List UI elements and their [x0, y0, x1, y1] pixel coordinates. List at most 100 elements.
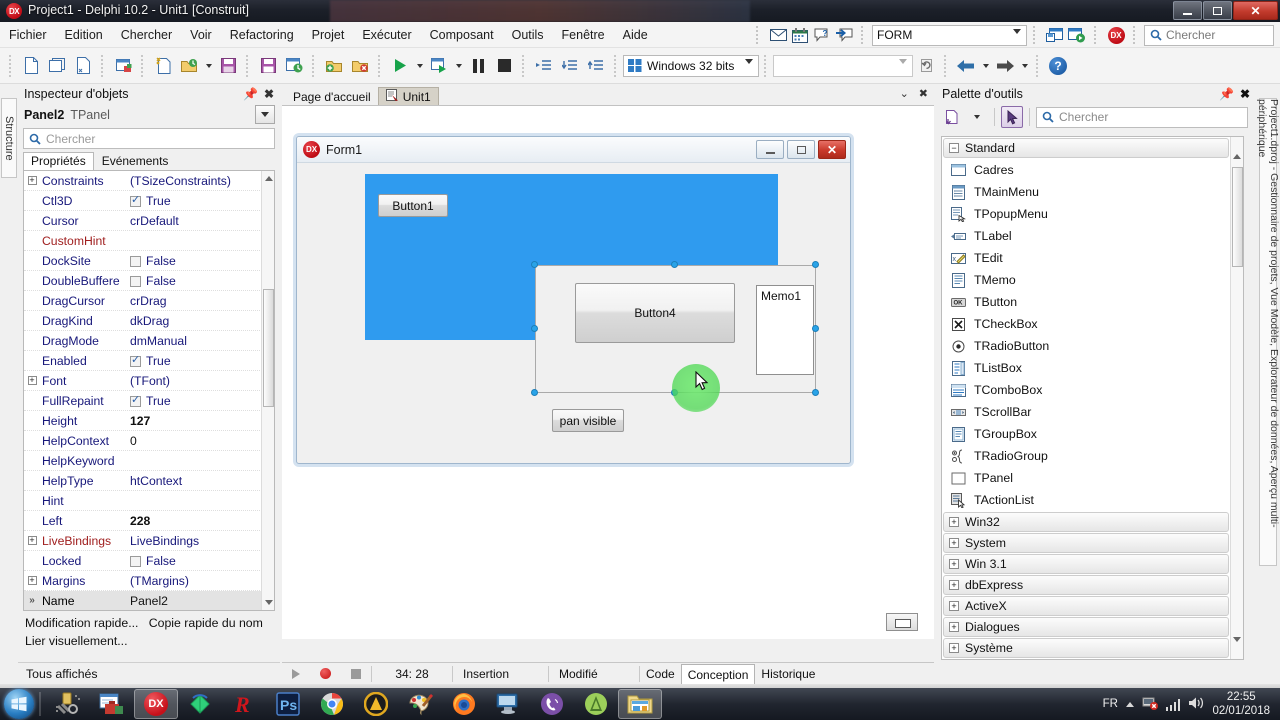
remote-desktop-icon[interactable]	[486, 689, 530, 719]
new-file-icon[interactable]	[18, 53, 44, 79]
open-project-icon[interactable]	[110, 53, 136, 79]
palette-item-tcheckbox[interactable]: TCheckBox	[942, 313, 1243, 335]
expand-icon[interactable]: +	[949, 580, 959, 590]
save-icon[interactable]	[215, 53, 241, 79]
property-value[interactable]: False	[126, 554, 274, 568]
property-value[interactable]: 228	[126, 514, 274, 528]
palette-category-system[interactable]: + System	[943, 533, 1229, 553]
blue-panel-top[interactable]	[365, 174, 778, 265]
view-tab-historique[interactable]: Historique	[755, 666, 821, 681]
pointer-icon[interactable]	[1001, 106, 1023, 128]
property-row-helptype[interactable]: HelpType htContext	[24, 471, 274, 491]
palette-scrollbar-thumb[interactable]	[1232, 167, 1243, 267]
maximize-button[interactable]	[1203, 1, 1232, 20]
property-expander[interactable]: +	[24, 375, 40, 386]
run-dropdown[interactable]	[413, 53, 426, 79]
property-row-name[interactable]: » Name Panel2	[24, 591, 274, 610]
property-value[interactable]: True	[126, 354, 274, 368]
open-file-dropdown[interactable]	[202, 53, 215, 79]
link-modification-rapide[interactable]: Modification rapide...	[25, 616, 138, 630]
palette-category-syst-me[interactable]: + Système	[943, 638, 1229, 658]
help-bubble-icon[interactable]: ?	[812, 25, 832, 45]
taskbar-clock[interactable]: 22:55 02/01/2018	[1212, 690, 1274, 718]
dx-menu-badge-icon[interactable]: DX	[1106, 25, 1126, 45]
link-copie-rapide-nom[interactable]: Copie rapide du nom	[149, 616, 263, 630]
android-studio-icon[interactable]	[574, 689, 618, 719]
palette-item-cadres[interactable]: Cadres	[942, 159, 1243, 181]
property-row-helpkeyword[interactable]: HelpKeyword	[24, 451, 274, 471]
mail-icon[interactable]	[768, 25, 788, 45]
chevron-down-icon[interactable]: ⌄	[900, 87, 909, 100]
tool-palette-scrollbar[interactable]	[1230, 137, 1243, 659]
form-maximize-button[interactable]	[787, 140, 815, 159]
button1-control[interactable]: Button1	[378, 194, 448, 217]
close-icon[interactable]: ✖	[264, 87, 274, 101]
palette-category-standard[interactable]: − Standard	[943, 138, 1229, 158]
platform-combo[interactable]: Windows 32 bits	[623, 54, 759, 78]
checkbox-icon[interactable]	[130, 354, 141, 367]
palette-scroll-down-arrow[interactable]	[1233, 637, 1241, 656]
property-value[interactable]: (TFont)	[126, 374, 274, 388]
project-manager-vertical-tab[interactable]: Project1.dproj - Gestionnaire de projets…	[1256, 98, 1280, 566]
scroll-down-arrow[interactable]	[264, 598, 273, 607]
property-expander[interactable]: +	[24, 575, 40, 586]
property-value[interactable]: dkDrag	[126, 314, 274, 328]
clone-file-icon[interactable]	[70, 53, 96, 79]
form-window[interactable]: DX Form1 ✕ Button1 Button4 Memo1 pan vis…	[296, 136, 851, 464]
checkbox-icon[interactable]	[130, 394, 141, 407]
statusbar-breakpoint-icon[interactable]	[310, 663, 341, 685]
close-icon[interactable]: ✖	[919, 87, 928, 100]
quick-tools-icon[interactable]	[46, 689, 90, 719]
selection-handle-ml[interactable]	[531, 325, 538, 332]
object-selector[interactable]: Panel2 TPanel	[18, 104, 280, 126]
toolbox-icon[interactable]	[90, 689, 134, 719]
photoshop-icon[interactable]: Ps	[266, 689, 310, 719]
palette-item-tlabel[interactable]: TLabel	[942, 225, 1243, 247]
firefox-icon[interactable]	[442, 689, 486, 719]
property-value[interactable]: htContext	[126, 474, 274, 488]
new-window-icon[interactable]	[44, 53, 70, 79]
palette-category-dialogues[interactable]: + Dialogues	[943, 617, 1229, 637]
property-row-dragcursor[interactable]: DragCursor crDrag	[24, 291, 274, 311]
statusbar-run-icon[interactable]	[282, 663, 310, 685]
step-into-icon[interactable]	[557, 53, 583, 79]
pan-visible-button[interactable]: pan visible	[552, 409, 624, 432]
property-value[interactable]: False	[126, 254, 274, 268]
palette-category-dbexpress[interactable]: + dbExpress	[943, 575, 1229, 595]
calendar-icon[interactable]	[790, 25, 810, 45]
property-row-constraints[interactable]: + Constraints (TSizeConstraints)	[24, 171, 274, 191]
menu-aide[interactable]: Aide	[614, 24, 657, 46]
property-row-ctl3d[interactable]: Ctl3D True	[24, 191, 274, 211]
property-expander[interactable]: »	[24, 595, 40, 606]
config-combo[interactable]	[773, 54, 913, 78]
expand-icon[interactable]: +	[949, 601, 959, 611]
property-value[interactable]: True	[126, 194, 274, 208]
chrome-icon[interactable]	[310, 689, 354, 719]
selection-handle-tr[interactable]	[812, 261, 819, 268]
run-project-icon[interactable]	[1067, 25, 1087, 45]
save-as-icon[interactable]	[281, 53, 307, 79]
form-design-canvas[interactable]: DX Form1 ✕ Button1 Button4 Memo1 pan vis…	[282, 106, 934, 639]
button4-control[interactable]: Button4	[575, 283, 735, 343]
selection-handle-bl[interactable]	[531, 389, 538, 396]
property-row-doublebuffere[interactable]: DoubleBuffere False	[24, 271, 274, 291]
property-row-font[interactable]: + Font (TFont)	[24, 371, 274, 391]
menu-edition[interactable]: Edition	[56, 24, 112, 46]
menu-chercher[interactable]: Chercher	[112, 24, 181, 46]
expand-icon[interactable]: +	[949, 559, 959, 569]
delphi-icon[interactable]: DX	[134, 689, 178, 719]
link-lier-visuellement[interactable]: Lier visuellement...	[25, 634, 128, 648]
menu-voir[interactable]: Voir	[181, 24, 221, 46]
palette-item-tlistbox[interactable]: TListBox	[942, 357, 1243, 379]
palette-category-win32[interactable]: + Win32	[943, 512, 1229, 532]
palette-category-activex[interactable]: + ActiveX	[943, 596, 1229, 616]
run-icon[interactable]	[387, 53, 413, 79]
palette-item-tmemo[interactable]: TMemo	[942, 269, 1243, 291]
save-all-icon[interactable]	[255, 53, 281, 79]
show-hidden-icons-icon[interactable]	[1125, 701, 1134, 707]
property-value[interactable]: LiveBindings	[126, 534, 274, 548]
run-without-debug-icon[interactable]	[426, 53, 452, 79]
palette-scroll-up-arrow[interactable]	[1233, 140, 1241, 159]
collapse-icon[interactable]: −	[949, 143, 959, 153]
volume-icon[interactable]	[1188, 696, 1204, 713]
